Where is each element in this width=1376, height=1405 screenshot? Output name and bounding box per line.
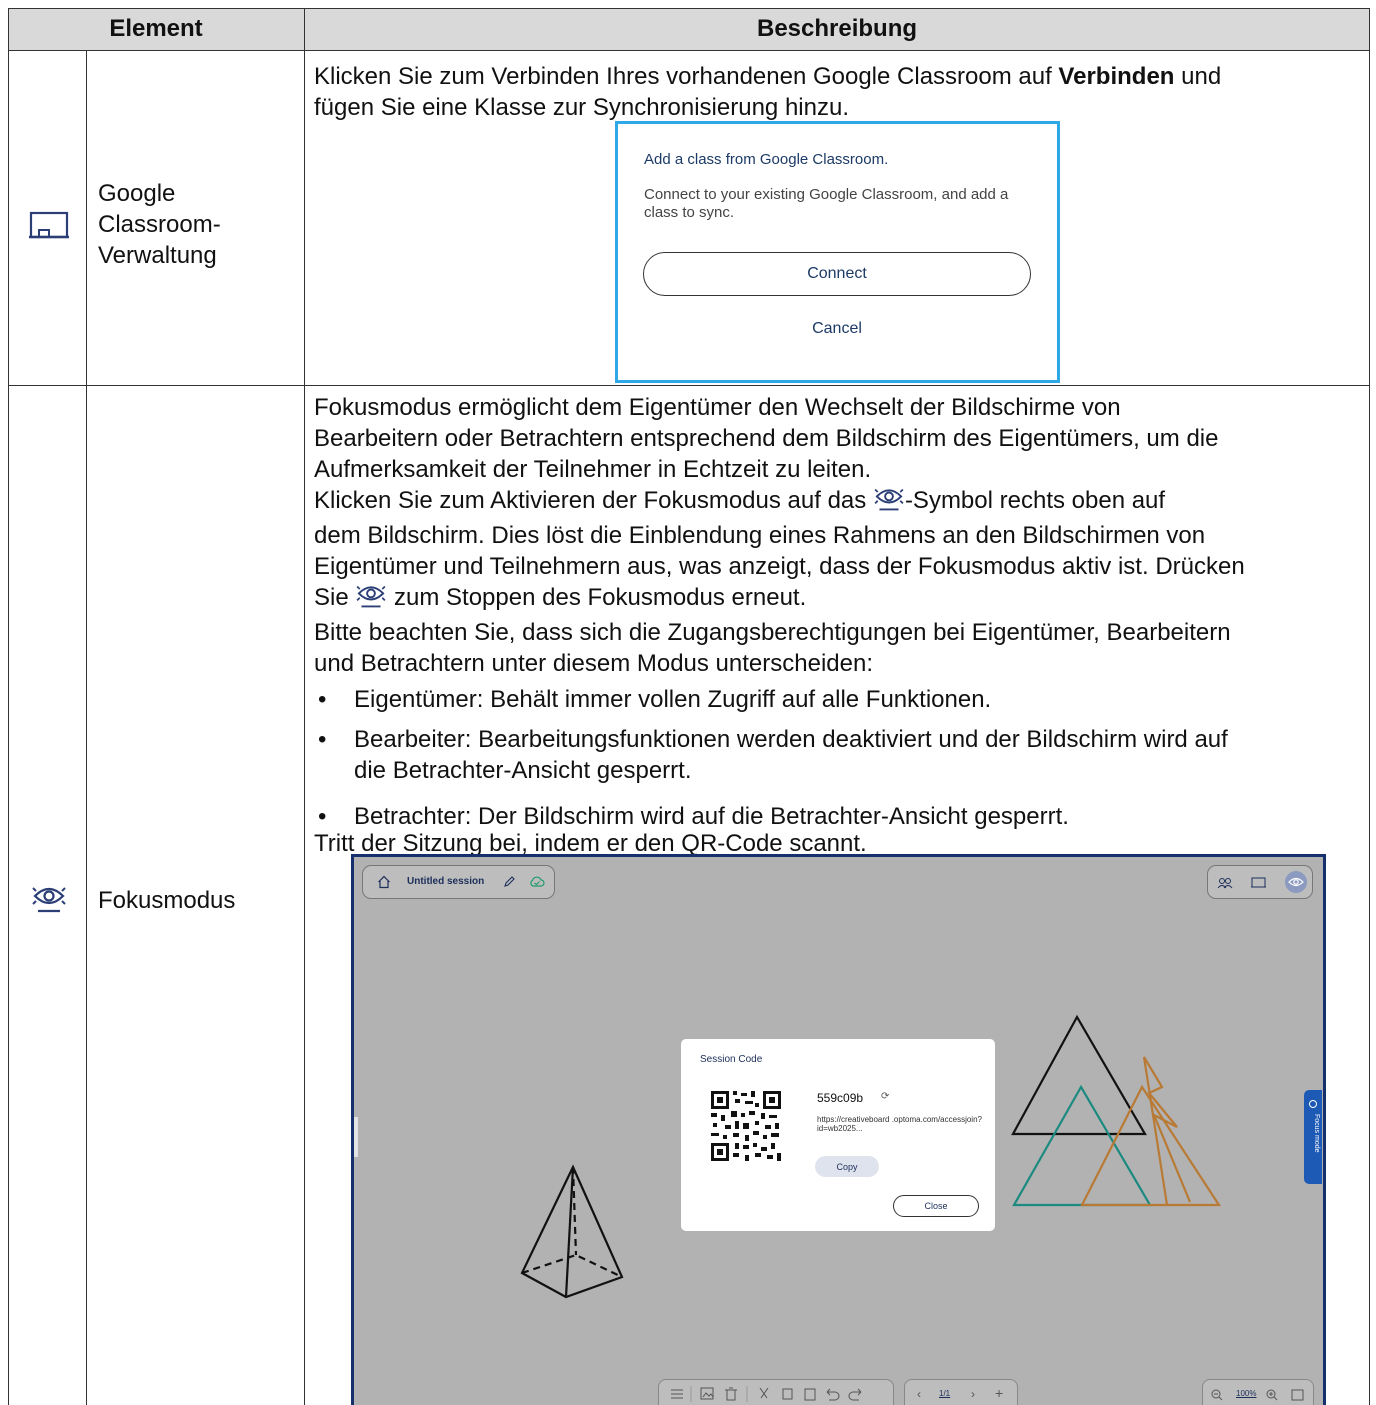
delete-icon: [725, 1387, 737, 1401]
row-name-classroom: Google Classroom- Verwaltung: [98, 180, 221, 269]
session-url: https://creativeboard .optoma.com/access…: [817, 1115, 982, 1133]
header-element: Element: [8, 8, 304, 50]
page-toolbar: ‹ 1/1 › +: [904, 1379, 1018, 1405]
refresh-icon[interactable]: ⟳: [881, 1091, 889, 1102]
classroom-icon: [29, 211, 69, 246]
session-code-dialog: Session Code 559c09b ⟳ https://creativeb…: [681, 1039, 995, 1231]
cancel-button[interactable]: Cancel: [643, 320, 1031, 338]
bold-verbinden: Verbinden: [1058, 63, 1175, 90]
google-classroom-dialog: Add a class from Google Classroom. Conne…: [615, 121, 1060, 383]
grid-line: [8, 385, 1370, 386]
session-code-title: Session Code: [700, 1054, 763, 1065]
next-page-icon[interactable]: ›: [971, 1387, 975, 1401]
cut-icon: [759, 1387, 769, 1399]
qr-code: [709, 1089, 783, 1163]
page-indicator: 1/1: [939, 1389, 951, 1398]
pyramid-drawing: [520, 1164, 624, 1299]
fullscreen-icon[interactable]: [1291, 1388, 1304, 1405]
edit-toolbar: [658, 1379, 894, 1405]
edit-toolbar-icons: [671, 1386, 862, 1402]
paste-icon: [804, 1388, 816, 1401]
grid-line: [8, 8, 9, 1405]
classroom-description: Klicken Sie zum Verbinden Ihres vorhande…: [314, 63, 1222, 121]
focus-mode-icon: [873, 486, 905, 520]
prev-page-icon[interactable]: ‹: [917, 1387, 921, 1401]
zoom-toolbar: 100%: [1202, 1379, 1314, 1405]
menu-icon: [671, 1389, 683, 1399]
zoom-out-icon[interactable]: [1211, 1388, 1223, 1405]
add-page-icon[interactable]: +: [995, 1385, 1003, 1401]
close-button[interactable]: Close: [893, 1195, 979, 1217]
whiteboard-screenshot: Untitled session Focus mode Session Code…: [351, 854, 1326, 1405]
header-description: Beschreibung: [304, 8, 1370, 50]
zoom-level: 100%: [1236, 1389, 1257, 1398]
copy-button[interactable]: Copy: [815, 1156, 879, 1177]
session-code-value: 559c09b: [817, 1091, 864, 1105]
connect-button[interactable]: Connect: [643, 252, 1031, 296]
focus-mode-icon: [32, 884, 66, 919]
row-name-focus: Fokusmodus: [98, 887, 236, 914]
grid-line: [304, 8, 305, 1405]
grid-line: [86, 50, 87, 1405]
dialog-description: Connect to your existing Google Classroo…: [644, 186, 1009, 221]
dialog-title: Add a class from Google Classroom.: [644, 151, 889, 168]
focus-description: Fokusmodus ermöglicht dem Eigentümer den…: [314, 394, 1245, 677]
copy-icon: [782, 1388, 793, 1400]
grid-line: [8, 8, 1370, 9]
grid-line: [1369, 8, 1370, 1405]
undo-icon: [826, 1388, 840, 1401]
zoom-in-icon[interactable]: [1266, 1388, 1278, 1405]
grid-line: [8, 50, 1370, 51]
triangles-drawing: [1011, 1014, 1222, 1207]
redo-icon: [848, 1388, 862, 1401]
focus-mode-icon: [355, 583, 387, 617]
